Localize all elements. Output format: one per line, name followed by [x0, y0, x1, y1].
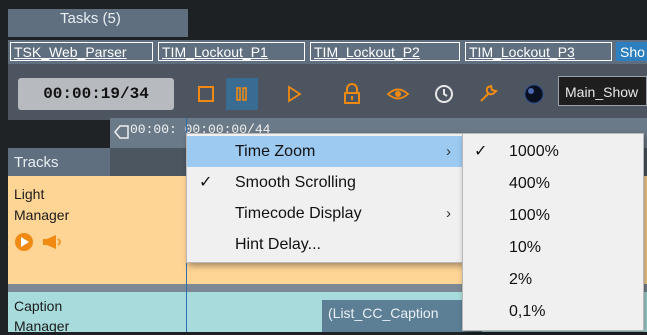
- eye-icon[interactable]: [382, 78, 414, 110]
- tracks-header: Tracks: [8, 148, 110, 176]
- light-track-label-line1: Light: [14, 186, 45, 202]
- zoom-option-label: 1000%: [509, 143, 559, 160]
- stop-icon[interactable]: [190, 78, 222, 110]
- zoom-option-label: 10%: [509, 239, 542, 256]
- zoom-option-100[interactable]: 100%: [463, 200, 643, 231]
- tasks-tab[interactable]: Tasks (5): [8, 9, 188, 37]
- task-tab-tim-lockout-p1[interactable]: TIM_Lockout_P1: [158, 42, 305, 61]
- play-track-icon[interactable]: [14, 232, 34, 257]
- record-indicator-icon[interactable]: [518, 78, 550, 110]
- menu-item-label: Hint Delay...: [235, 236, 321, 253]
- menu-item-timecode-display[interactable]: Timecode Display ›: [187, 198, 463, 229]
- check-icon: ✓: [474, 143, 488, 160]
- lock-icon[interactable]: [336, 78, 368, 110]
- light-track-label-line2: Manager: [14, 207, 70, 223]
- context-menu: Time Zoom › ✓ Smooth Scrolling Timecode …: [186, 133, 464, 263]
- zoom-option-label: 400%: [509, 175, 550, 192]
- menu-item-hint-delay[interactable]: Hint Delay...: [187, 229, 463, 260]
- timecode-display: 00:00:19/34: [18, 78, 174, 110]
- menu-item-label: Smooth Scrolling: [235, 174, 356, 191]
- caption-clip[interactable]: (List_CC_Caption: [322, 300, 482, 332]
- caption-track-label-line1: Caption: [14, 298, 63, 314]
- caption-track-label-line2: Manager: [14, 318, 70, 334]
- zoom-option-label: 0,1%: [509, 303, 546, 320]
- wrench-icon[interactable]: [472, 78, 504, 110]
- menu-item-label: Time Zoom: [235, 143, 316, 160]
- task-tab-tim-lockout-p3[interactable]: TIM_Lockout_P3: [465, 42, 612, 61]
- zoom-option-400[interactable]: 400%: [463, 168, 643, 199]
- light-manager-track-header[interactable]: Light Manager: [8, 176, 110, 284]
- task-tab-strip: TSK_Web_Parser TIM_Lockout_P1 TIM_Lockou…: [8, 40, 647, 64]
- task-tab-show[interactable]: Sho: [616, 42, 647, 61]
- submenu-arrow-icon: ›: [446, 143, 451, 160]
- time-zoom-submenu: ✓ 1000% 400% 100% 10% 2% 0,1%: [462, 133, 644, 331]
- history-icon[interactable]: [428, 78, 460, 110]
- check-icon: ✓: [199, 174, 213, 191]
- zoom-option-10[interactable]: 10%: [463, 232, 643, 263]
- scene-select[interactable]: Main_Show: [558, 76, 647, 106]
- zoom-option-label: 100%: [509, 207, 550, 224]
- zoom-option-1000[interactable]: ✓ 1000%: [463, 136, 643, 167]
- task-tab-tsk-web-parser[interactable]: TSK_Web_Parser: [10, 42, 153, 61]
- timeline-start-marker-icon[interactable]: [114, 124, 130, 145]
- menu-item-label: Timecode Display: [235, 205, 362, 222]
- zoom-option-0-1[interactable]: 0,1%: [463, 296, 643, 327]
- submenu-arrow-icon: ›: [446, 205, 451, 222]
- caption-manager-track-header[interactable]: Caption Manager: [8, 292, 110, 334]
- menu-item-time-zoom[interactable]: Time Zoom ›: [187, 136, 463, 167]
- pause-icon[interactable]: [226, 78, 258, 110]
- zoom-option-label: 2%: [509, 271, 533, 288]
- play-icon[interactable]: [278, 78, 310, 110]
- zoom-option-2[interactable]: 2%: [463, 264, 643, 295]
- megaphone-icon[interactable]: [42, 234, 64, 255]
- menu-item-smooth-scrolling[interactable]: ✓ Smooth Scrolling: [187, 167, 463, 198]
- task-tab-tim-lockout-p2[interactable]: TIM_Lockout_P2: [310, 42, 460, 61]
